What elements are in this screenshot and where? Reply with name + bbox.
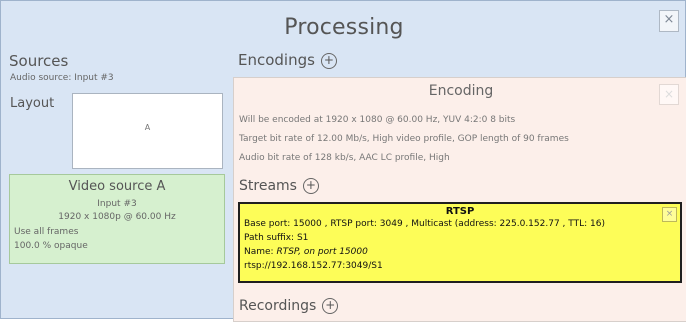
add-encoding-icon[interactable]: + [320, 53, 337, 69]
rtsp-name-label: Name: [244, 247, 277, 257]
rtsp-ports-line: Base port: 15000 , RTSP port: 3049 , Mul… [244, 219, 605, 229]
processing-window: Processing × Sources Audio source: Input… [0, 0, 686, 322]
streams-header: Streams + [239, 178, 319, 194]
window-close-button[interactable]: × [659, 10, 679, 32]
rtsp-name-line: Name: RTSP, on port 15000 [244, 247, 368, 257]
encodings-title: Encodings [238, 51, 315, 69]
rtsp-path-suffix: Path suffix: S1 [244, 233, 309, 243]
rtsp-name-value: RTSP, on port 15000 [276, 247, 368, 257]
video-source-resolution: 1920 x 1080p @ 60.00 Hz [58, 212, 176, 222]
rtsp-close-button[interactable]: × [662, 207, 677, 222]
encodings-header: Encodings + [238, 51, 337, 69]
encoding-close-button[interactable]: × [659, 84, 679, 105]
video-source-input: Input #3 [97, 199, 137, 209]
rtsp-url[interactable]: rtsp://192.168.152.77:3049/S1 [244, 261, 383, 271]
rtsp-title: RTSP [445, 206, 475, 217]
layout-label: Layout [10, 96, 55, 111]
encoding-panel: Encoding × Will be encoded at 1920 x 108… [233, 77, 686, 322]
recordings-header: Recordings + [239, 298, 339, 314]
video-source-frames: Use all frames [14, 227, 79, 237]
video-source-card[interactable]: Video source A Input #3 1920 x 1080p @ 6… [9, 174, 225, 264]
sources-title: Sources [9, 52, 69, 70]
encoding-resolution-line: Will be encoded at 1920 x 1080 @ 60.00 H… [239, 115, 516, 125]
encoding-bitrate-line: Target bit rate of 12.00 Mb/s, High vide… [239, 134, 569, 144]
layout-preview[interactable]: A [72, 93, 223, 169]
layout-cell-a[interactable]: A [73, 123, 222, 132]
video-source-title: Video source A [68, 179, 166, 194]
encoding-audio-line: Audio bit rate of 128 kb/s, AAC LC profi… [239, 153, 450, 163]
add-stream-icon[interactable]: + [302, 178, 319, 194]
video-source-opacity: 100.0 % opaque [14, 241, 88, 251]
recordings-title: Recordings [239, 298, 317, 314]
encoding-title: Encoding [428, 83, 494, 99]
streams-title: Streams [239, 178, 297, 194]
add-recording-icon[interactable]: + [322, 298, 339, 314]
window-title: Processing [284, 15, 404, 40]
audio-source-label: Audio source: Input #3 [10, 73, 114, 83]
rtsp-stream-card[interactable]: RTSP × Base port: 15000 , RTSP port: 304… [238, 202, 682, 283]
